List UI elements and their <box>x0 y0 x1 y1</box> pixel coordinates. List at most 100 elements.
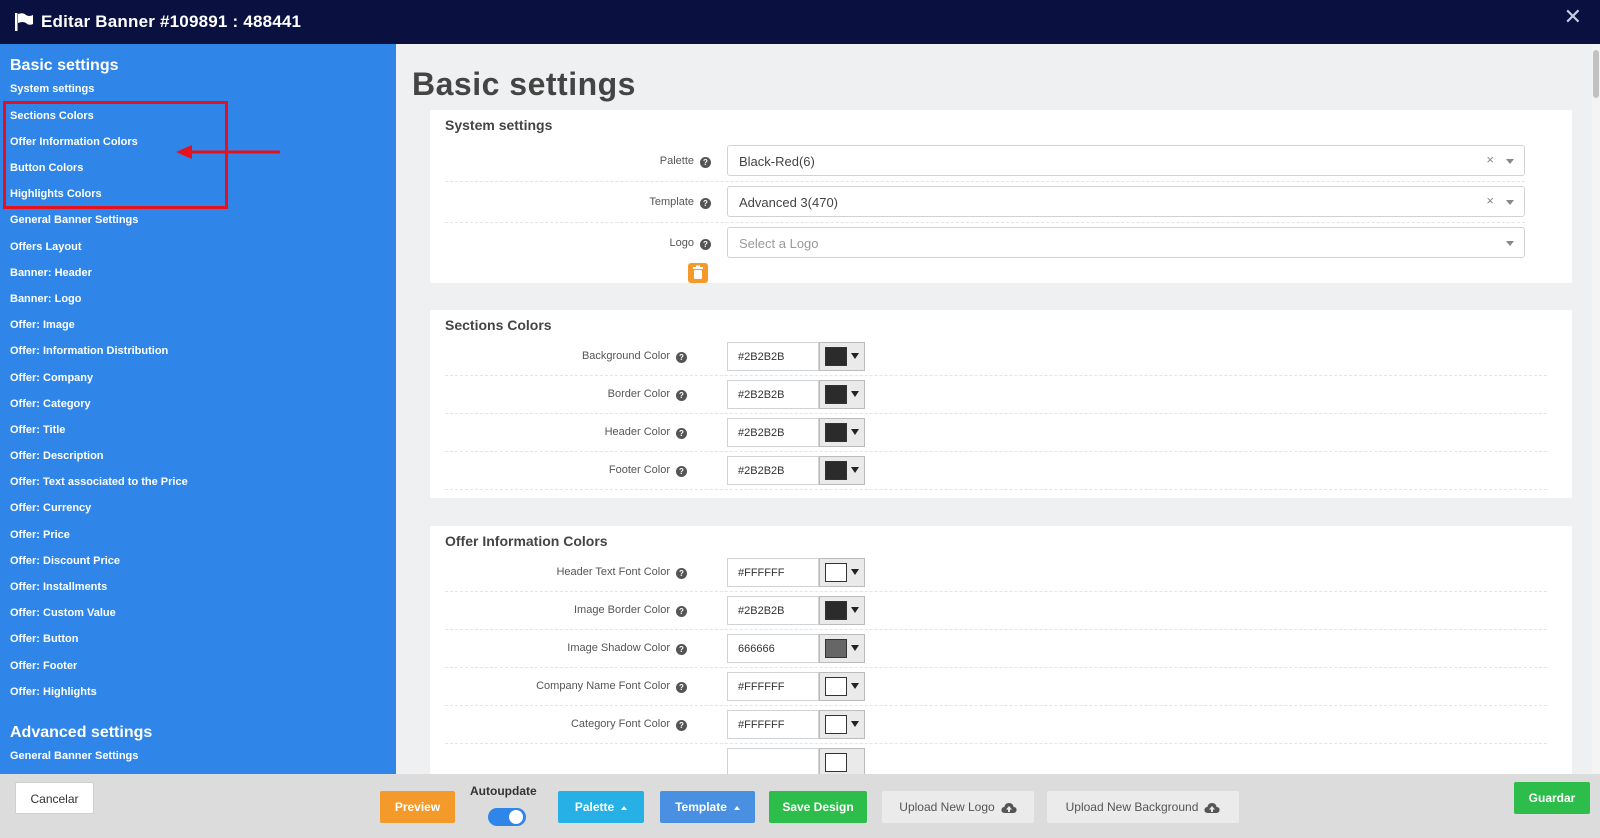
system-settings-panel: System settings Palette? Black-Red(6) × … <box>430 110 1572 283</box>
background-color-picker[interactable] <box>819 342 865 371</box>
sidebar-item-offer-button[interactable]: Offer: Button <box>10 633 78 645</box>
sidebar-item-banner-header[interactable]: Banner: Header <box>10 267 92 279</box>
close-icon[interactable]: ✕ <box>1564 6 1582 28</box>
chevron-down-icon <box>1506 241 1514 246</box>
sidebar-heading-basic[interactable]: Basic settings <box>10 57 118 75</box>
template-select[interactable]: Advanced 3(470) × <box>727 186 1525 217</box>
delete-logo-button[interactable] <box>688 263 708 283</box>
color-swatch <box>825 639 847 658</box>
sidebar-item-offer-price[interactable]: Offer: Price <box>10 529 70 541</box>
dropdown-arrow-icon <box>851 683 859 689</box>
sidebar-item-offer-title[interactable]: Offer: Title <box>10 424 65 436</box>
help-icon: ? <box>676 428 687 439</box>
upload-background-button[interactable]: Upload New Background <box>1047 791 1239 823</box>
footer-color-input[interactable]: #2B2B2B <box>727 456 819 485</box>
sidebar-item-offer-footer[interactable]: Offer: Footer <box>10 660 77 672</box>
template-button[interactable]: Template <box>660 791 755 823</box>
footer-color-row: Footer Color? #2B2B2B <box>445 452 1547 490</box>
palette-value: Black-Red(6) <box>739 154 815 169</box>
dropdown-arrow-icon <box>851 607 859 613</box>
sidebar-item-system-settings[interactable]: System settings <box>10 83 94 95</box>
chevron-down-icon <box>1506 159 1514 164</box>
toggle-knob <box>509 810 523 824</box>
sidebar-item-offer-description[interactable]: Offer: Description <box>10 450 104 462</box>
scrollbar-thumb[interactable] <box>1593 50 1599 98</box>
image-shadow-color-picker[interactable] <box>819 634 865 663</box>
header-text-font-color-row: Header Text Font Color? #FFFFFF <box>445 554 1547 592</box>
image-shadow-color-input[interactable]: 666666 <box>727 634 819 663</box>
border-color-input[interactable]: #2B2B2B <box>727 380 819 409</box>
trash-icon <box>693 265 703 279</box>
cloud-upload-icon <box>1204 803 1220 813</box>
main-scrollbar[interactable] <box>1592 44 1600 774</box>
image-border-color-picker[interactable] <box>819 596 865 625</box>
background-color-input[interactable]: #2B2B2B <box>727 342 819 371</box>
sidebar-item-offer-highlights[interactable]: Offer: Highlights <box>10 686 97 698</box>
image-border-color-input[interactable]: #2B2B2B <box>727 596 819 625</box>
preview-button[interactable]: Preview <box>380 791 455 823</box>
sidebar-item-offer-image[interactable]: Offer: Image <box>10 319 75 331</box>
sidebar-item-banner-logo[interactable]: Banner: Logo <box>10 293 82 305</box>
partial-color-picker[interactable] <box>819 748 865 774</box>
company-name-font-color-picker[interactable] <box>819 672 865 701</box>
clear-icon[interactable]: × <box>1486 193 1494 208</box>
sidebar: Basic settings System settings Sections … <box>0 44 396 774</box>
header-color-input[interactable]: #2B2B2B <box>727 418 819 447</box>
border-color-picker[interactable] <box>819 380 865 409</box>
sidebar-item-offer-information-distribution[interactable]: Offer: Information Distribution <box>10 345 168 357</box>
color-swatch <box>825 753 847 772</box>
page-title: Basic settings <box>412 66 636 102</box>
category-font-color-input[interactable]: #FFFFFF <box>727 710 819 739</box>
partial-color-input[interactable] <box>727 748 819 774</box>
sidebar-item-advanced-general-banner-settings[interactable]: General Banner Settings <box>10 750 138 762</box>
company-name-font-color-input[interactable]: #FFFFFF <box>727 672 819 701</box>
bottom-toolbar: Cancelar Preview Autoupdate Palette Temp… <box>0 774 1600 838</box>
sidebar-item-offer-installments[interactable]: Offer: Installments <box>10 581 107 593</box>
sidebar-item-offers-layout[interactable]: Offers Layout <box>10 241 82 253</box>
sidebar-item-offer-discount-price[interactable]: Offer: Discount Price <box>10 555 120 567</box>
template-row: Template? Advanced 3(470) × <box>445 182 1525 223</box>
dropdown-arrow-icon <box>851 391 859 397</box>
help-icon: ? <box>676 644 687 655</box>
logo-placeholder: Select a Logo <box>739 236 819 251</box>
sidebar-item-offer-company[interactable]: Offer: Company <box>10 372 93 384</box>
image-border-color-label: Image Border Color? <box>574 604 687 617</box>
header-color-picker[interactable] <box>819 418 865 447</box>
palette-label: Palette? <box>660 155 711 168</box>
dropdown-arrow-icon <box>851 721 859 727</box>
image-border-color-row: Image Border Color? #2B2B2B <box>445 592 1547 630</box>
footer-color-picker[interactable] <box>819 456 865 485</box>
company-name-font-color-row: Company Name Font Color? #FFFFFF <box>445 668 1547 706</box>
sidebar-item-offer-currency[interactable]: Offer: Currency <box>10 502 91 514</box>
header-color-row: Header Color? #2B2B2B <box>445 414 1547 452</box>
upload-logo-button[interactable]: Upload New Logo <box>882 791 1034 823</box>
next-color-row-partial <box>445 744 1547 774</box>
sidebar-item-offer-category[interactable]: Offer: Category <box>10 398 91 410</box>
palette-button[interactable]: Palette <box>558 791 644 823</box>
autoupdate-toggle[interactable] <box>488 808 526 826</box>
header-text-font-color-picker[interactable] <box>819 558 865 587</box>
sidebar-item-offer-custom-value[interactable]: Offer: Custom Value <box>10 607 116 619</box>
header-text-font-color-input[interactable]: #FFFFFF <box>727 558 819 587</box>
border-color-row: Border Color? #2B2B2B <box>445 376 1547 414</box>
palette-select[interactable]: Black-Red(6) × <box>727 145 1525 176</box>
help-icon: ? <box>700 198 711 209</box>
sidebar-item-offer-price-text[interactable]: Offer: Text associated to the Price <box>10 476 188 488</box>
clear-icon[interactable]: × <box>1486 152 1494 167</box>
template-value: Advanced 3(470) <box>739 195 839 210</box>
header-text-font-color-label: Header Text Font Color? <box>556 566 687 579</box>
color-swatch <box>825 347 847 366</box>
guardar-button[interactable]: Guardar <box>1514 782 1590 814</box>
save-design-button[interactable]: Save Design <box>769 791 867 823</box>
color-swatch <box>825 563 847 582</box>
cancel-button[interactable]: Cancelar <box>15 782 94 814</box>
sidebar-item-general-banner-settings[interactable]: General Banner Settings <box>10 214 138 226</box>
background-color-row: Background Color? #2B2B2B <box>445 338 1547 376</box>
sidebar-heading-advanced[interactable]: Advanced settings <box>10 724 152 742</box>
logo-select[interactable]: Select a Logo <box>727 227 1525 258</box>
sections-colors-title: Sections Colors <box>445 317 552 333</box>
offer-information-colors-panel: Offer Information Colors Header Text Fon… <box>430 526 1572 774</box>
cloud-upload-icon <box>1001 803 1017 813</box>
category-font-color-picker[interactable] <box>819 710 865 739</box>
color-swatch <box>825 715 847 734</box>
